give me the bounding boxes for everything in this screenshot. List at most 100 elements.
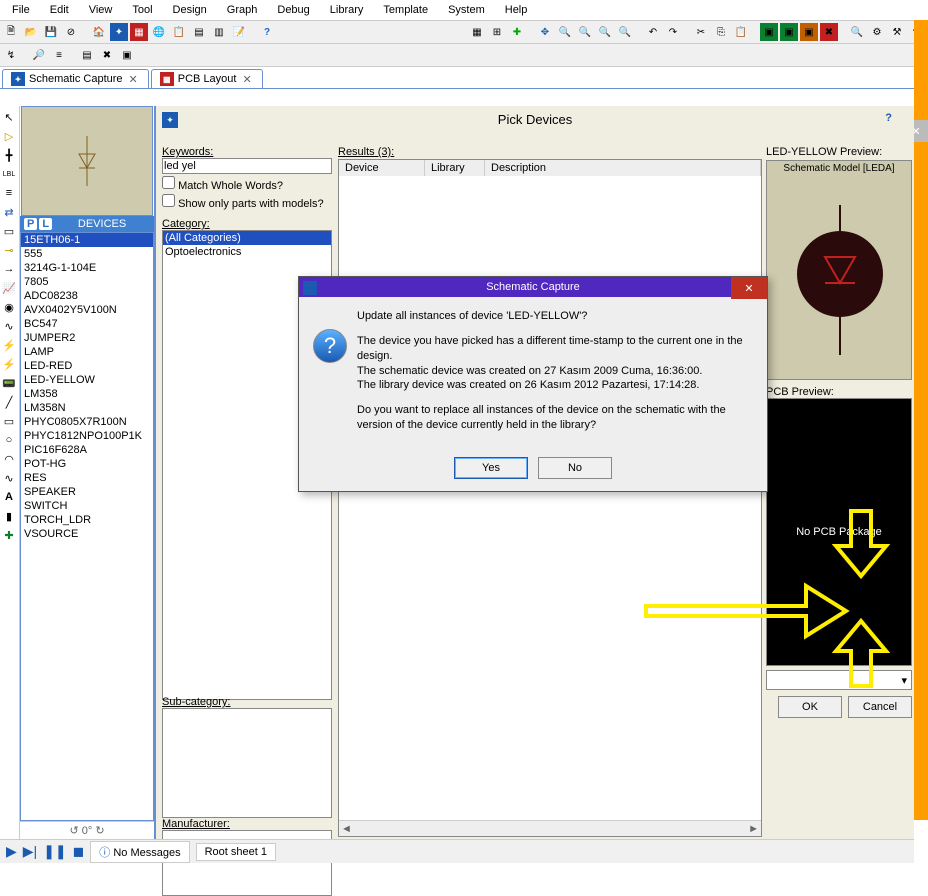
match-whole-checkbox[interactable] [162, 176, 175, 189]
grid-icon[interactable]: ▦ [468, 23, 486, 41]
stop-icon[interactable]: ◼ [73, 843, 85, 860]
world-icon[interactable]: 🌐 [150, 23, 168, 41]
home-icon[interactable]: 🏠 [90, 23, 108, 41]
h-scrollbar[interactable]: ◄► [339, 820, 761, 836]
keywords-input[interactable] [162, 158, 332, 174]
col-description[interactable]: Description [485, 160, 761, 176]
graph-icon[interactable]: 📈 [0, 279, 18, 297]
label-icon[interactable]: LBL [0, 165, 18, 183]
subcategory-list[interactable] [162, 708, 332, 818]
block2-icon[interactable]: ▣ [780, 23, 798, 41]
text-icon[interactable]: A [0, 488, 18, 506]
bus-icon[interactable]: ⇄ [0, 203, 18, 221]
undo-icon[interactable]: ↶ [644, 23, 662, 41]
block3-icon[interactable]: ▣ [800, 23, 818, 41]
list-item[interactable]: 15ETH06-1 [21, 233, 153, 247]
l-button[interactable]: L [39, 218, 52, 230]
block1-icon[interactable]: ▣ [760, 23, 778, 41]
tape-icon[interactable]: ◉ [0, 298, 18, 316]
zoomout-icon[interactable]: 🔍 [576, 23, 594, 41]
no-button[interactable]: No [538, 457, 612, 479]
col-library[interactable]: Library [425, 160, 485, 176]
list-item[interactable]: RES [21, 471, 153, 485]
list-item[interactable]: Optoelectronics [163, 245, 331, 259]
make-icon[interactable]: ⚙ [868, 23, 886, 41]
menu-help[interactable]: Help [497, 2, 536, 18]
sheet-box[interactable]: Root sheet 1 [196, 843, 276, 861]
wire-icon[interactable]: ↯ [2, 46, 20, 64]
list-item[interactable]: VSOURCE [21, 527, 153, 541]
save-icon[interactable]: 💾 [42, 23, 60, 41]
zoomin-icon[interactable]: 🔍 [556, 23, 574, 41]
bom-icon[interactable]: 📋 [170, 23, 188, 41]
list-item[interactable]: PHYC1812NPO100P1K [21, 429, 153, 443]
list-item[interactable]: SWITCH [21, 499, 153, 513]
path-icon[interactable]: ∿ [0, 469, 18, 487]
pin-icon[interactable]: → [0, 260, 18, 278]
step-icon[interactable]: ▶| [23, 843, 37, 860]
cut-icon[interactable]: ✂ [692, 23, 710, 41]
instrument-icon[interactable]: 📟 [0, 374, 18, 392]
menu-graph[interactable]: Graph [219, 2, 266, 18]
marker-icon[interactable]: ✚ [0, 526, 18, 544]
menu-system[interactable]: System [440, 2, 493, 18]
menu-debug[interactable]: Debug [269, 2, 317, 18]
pause-icon[interactable]: ❚❚ [43, 843, 66, 860]
circle-icon[interactable]: ○ [0, 431, 18, 449]
list-item[interactable]: JUMPER2 [21, 331, 153, 345]
new-icon[interactable]: 🗎 [2, 23, 20, 41]
sch-icon[interactable]: ✦ [110, 23, 128, 41]
device-list[interactable]: 15ETH06-1 555 3214G-1-104E 7805 ADC08238… [20, 232, 154, 821]
list-item[interactable]: SPEAKER [21, 485, 153, 499]
list-item[interactable]: LAMP [21, 345, 153, 359]
sheet-icon[interactable]: ▤ [190, 23, 208, 41]
tab-schematic[interactable]: ✦ Schematic Capture ✕ [2, 69, 149, 88]
menu-view[interactable]: View [81, 2, 121, 18]
close-icon[interactable]: ⊘ [62, 23, 80, 41]
tab-pcb[interactable]: ▦ PCB Layout ✕ [151, 69, 263, 88]
find-icon[interactable]: 🔎 [30, 46, 48, 64]
cancel-button[interactable]: Cancel [848, 696, 912, 718]
redo-icon[interactable]: ↷ [664, 23, 682, 41]
open-icon[interactable]: 📂 [22, 23, 40, 41]
menu-file[interactable]: File [4, 2, 38, 18]
list-item[interactable]: LM358 [21, 387, 153, 401]
zoomfit-icon[interactable]: 🔍 [596, 23, 614, 41]
list-item[interactable]: 555 [21, 247, 153, 261]
list-item[interactable]: BC547 [21, 317, 153, 331]
pan-icon[interactable]: ✥ [536, 23, 554, 41]
probe-i-icon[interactable]: ⚡ [0, 355, 18, 373]
cursor-icon[interactable]: ↖ [0, 108, 18, 126]
menu-edit[interactable]: Edit [42, 2, 77, 18]
ares-icon[interactable]: ▥ [210, 23, 228, 41]
zoomarea-icon[interactable]: 🔍 [616, 23, 634, 41]
delsheet-icon[interactable]: ✖ [98, 46, 116, 64]
tab-close-icon[interactable]: ✕ [127, 73, 140, 86]
note-icon[interactable]: 📝 [230, 23, 248, 41]
rotate-cw-icon[interactable]: ↻ [95, 825, 104, 837]
play-icon[interactable]: ▶ [6, 843, 17, 860]
list-item[interactable]: PHYC0805X7R100N [21, 415, 153, 429]
col-device[interactable]: Device [339, 160, 425, 176]
list-item[interactable]: AVX0402Y5V100N [21, 303, 153, 317]
list-item[interactable]: PIC16F628A [21, 443, 153, 457]
probe-v-icon[interactable]: ⚡ [0, 336, 18, 354]
sheet2-icon[interactable]: ▤ [78, 46, 96, 64]
props-icon[interactable]: ≡ [50, 46, 68, 64]
arc-icon[interactable]: ◠ [0, 450, 18, 468]
generator-icon[interactable]: ∿ [0, 317, 18, 335]
ok-button[interactable]: OK [778, 696, 842, 718]
component-icon[interactable]: ▷ [0, 127, 18, 145]
menu-tool[interactable]: Tool [124, 2, 160, 18]
menu-template[interactable]: Template [375, 2, 436, 18]
dialog-titlebar[interactable]: Schematic Capture ✕ [299, 277, 767, 297]
tab-close-icon[interactable]: ✕ [240, 73, 253, 86]
list-item[interactable]: POT-HG [21, 457, 153, 471]
list-item[interactable]: 3214G-1-104E [21, 261, 153, 275]
rotate-ccw-icon[interactable]: ↺ [69, 825, 78, 837]
snap-icon[interactable]: ⊞ [488, 23, 506, 41]
terminal-icon[interactable]: ⊸ [0, 241, 18, 259]
list-item[interactable]: LM358N [21, 401, 153, 415]
list-item[interactable]: LED-YELLOW [21, 373, 153, 387]
show-models-checkbox[interactable] [162, 194, 175, 207]
